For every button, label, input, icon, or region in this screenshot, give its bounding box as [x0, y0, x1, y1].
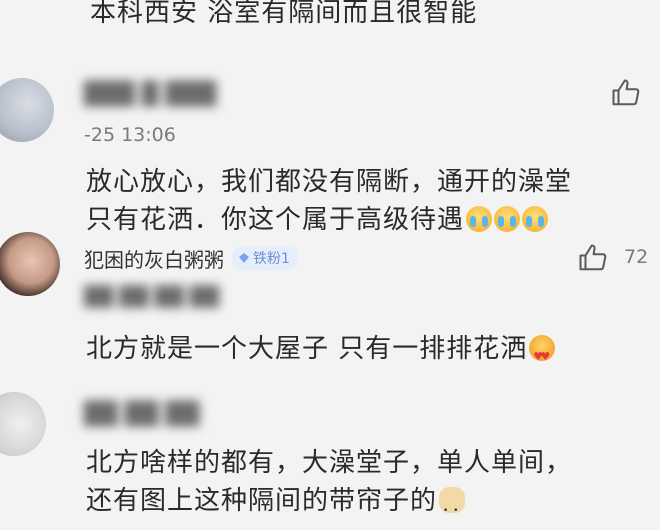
avatar[interactable]: [0, 232, 60, 296]
comment-4-text-line2: 还有图上这种隔间的带帘子的: [86, 486, 438, 516]
comment-2-text-line2-wrap: 只有花洒．你这个属于高级待遇: [86, 201, 549, 239]
thumbs-up-icon[interactable]: [578, 243, 608, 273]
crying-face-emoji: [494, 206, 521, 232]
comment-4-text-line1: 北方啥样的都有，大澡堂子，单人单间，: [86, 448, 573, 478]
comment-3-user-row: 犯困的灰白粥粥 铁粉1: [84, 244, 298, 273]
comment-3-text-wrap: 北方就是一个大屋子 只有一排排花洒: [86, 330, 556, 376]
comment-3-time: ██ ██ ██ ██: [84, 286, 220, 308]
comment-3-text: 北方就是一个大屋子 只有一排排花洒: [86, 334, 528, 364]
comment-2-text-line1: 放心放心，我们都没有隔断，通开的澡堂: [86, 167, 573, 197]
comment-2-text-line2: 只有花洒．你这个属于高级待遇: [86, 205, 465, 235]
comment-2-time: -25 13:06: [84, 124, 176, 146]
avatar[interactable]: [0, 78, 54, 142]
comment-1-text: 本科西安 浴室有隔间而且很智能: [90, 0, 478, 28]
comment-4-username[interactable]: ██ ██ ██: [84, 402, 200, 427]
comment-4-text-line2-wrap: 还有图上这种隔间的带帘子的: [86, 482, 466, 530]
comment-2-username[interactable]: ███ █ ███: [84, 82, 216, 107]
thumbs-up-icon[interactable]: [611, 78, 641, 108]
diamond-icon: [239, 253, 249, 263]
fan-badge-label: 铁粉1: [253, 251, 290, 267]
fan-badge: 铁粉1: [232, 246, 298, 270]
crying-face-emoji: [466, 206, 493, 232]
heart-eyes-emoji: [529, 335, 556, 376]
avatar[interactable]: [0, 392, 46, 456]
doge-emoji: [439, 487, 466, 530]
comment-3-username[interactable]: 犯困的灰白粥粥: [84, 248, 224, 272]
crying-face-emoji: [522, 206, 549, 232]
like-count: 72: [624, 246, 649, 268]
